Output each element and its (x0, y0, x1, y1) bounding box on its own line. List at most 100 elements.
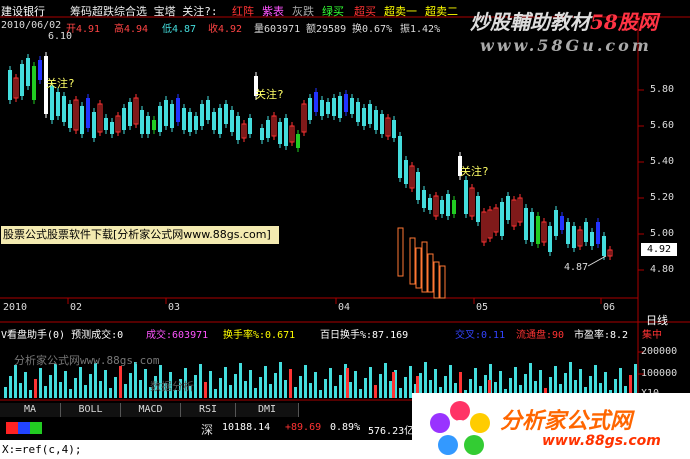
candle-body (158, 106, 162, 132)
volume-bar (9, 376, 12, 398)
volume-bar (309, 383, 312, 398)
candle-body (92, 112, 96, 138)
date-axis-month-02: 02 (70, 302, 83, 313)
candle-body (194, 116, 198, 130)
price-axis-label: 4.80 (650, 264, 675, 275)
candle-body (68, 104, 72, 128)
current-price-tag: 4.92 (641, 243, 677, 256)
candle-body (332, 98, 336, 116)
candle-body (266, 120, 270, 138)
tab-boll[interactable]: BOLL (61, 403, 121, 417)
volume-bar (224, 367, 227, 398)
stock-name: 建设银行 (1, 5, 45, 18)
volume-bar (384, 363, 387, 398)
candle-body (104, 118, 108, 130)
volume-bar (359, 389, 362, 398)
candle-body (140, 110, 144, 134)
index-value: 10188.14 (222, 422, 271, 433)
watermark-url: www.58Gu.com (480, 36, 652, 55)
volume-bar (119, 366, 122, 398)
candle-body (572, 226, 576, 248)
volume-bar (289, 369, 292, 398)
volume-bar (4, 387, 7, 398)
tab-ma[interactable]: MA (0, 403, 61, 417)
candle-body (500, 202, 504, 236)
ohlc-amplitude: 振1.42% (400, 24, 441, 35)
volume-bar (109, 388, 112, 398)
ohlc-low: 低4.87 (162, 24, 197, 35)
candle-body (122, 108, 126, 130)
candle-body (146, 116, 150, 134)
logo-name: 分析家公式网 (500, 409, 633, 434)
candle-body (440, 200, 444, 214)
volume-bar (329, 368, 332, 398)
volume-bar (284, 380, 287, 398)
volume-bar (299, 376, 302, 398)
candle-body (284, 118, 288, 146)
stock-chart-window: 建设银行 筹码超跌综合选 宝塔 关注?: 红阵 紫表 灰跌 绿买 超买 超卖一 … (0, 0, 690, 459)
legend-magenta: 紫表 (262, 5, 284, 18)
candle-body (260, 128, 264, 140)
volume-bar (279, 362, 282, 398)
orange-signal-bar (427, 253, 434, 293)
volume-bar (74, 378, 77, 398)
candle-body (506, 196, 510, 220)
annotation-2: 关注? (255, 88, 284, 101)
volume-bar (244, 381, 247, 398)
volume-bar (104, 370, 107, 398)
legend-green: 绿买 (322, 5, 344, 18)
volume-bar (339, 375, 342, 398)
candle-body (476, 196, 480, 222)
low-mark: 4.87 (564, 262, 589, 273)
volume-bar (89, 374, 92, 398)
legend-yellow2: 超卖二 (425, 5, 458, 18)
watermark-site-text: 58股网 (590, 10, 658, 34)
volume-bar (29, 390, 32, 398)
ohlc-volume: 量603971 (254, 24, 301, 35)
orange-signal-bar (421, 241, 428, 293)
volume-bar (392, 372, 395, 398)
volume-axis-top: 200000 (641, 346, 678, 357)
ohlc-amount: 额29589 (306, 24, 347, 35)
date-axis-month-03: 03 (168, 302, 181, 313)
volume-bar (254, 388, 257, 398)
candle-body (26, 58, 30, 86)
volume-bar (139, 380, 142, 398)
candle-body (368, 104, 372, 124)
price-axis-label: 5.40 (650, 156, 675, 167)
sub-watermark: 分析家公式网www.88gs.com (14, 354, 160, 367)
candle-body (128, 102, 132, 126)
tab-rsi[interactable]: RSI (181, 403, 236, 417)
ohlc-date: 2010/06/02 (1, 20, 62, 31)
volume-bar (389, 381, 392, 398)
candle-body (170, 104, 174, 128)
orange-signal-bar (409, 237, 416, 285)
indicator-title: 筹码超跌综合选 宝塔 关注?: (70, 5, 218, 18)
date-axis-month-04: 04 (338, 302, 351, 313)
volume-bar (354, 371, 357, 398)
formula-input[interactable]: X:=ref(c,4); (0, 440, 412, 459)
legend-red: 红阵 (232, 5, 254, 18)
sub-vol-label: 成交:603971 (146, 330, 209, 341)
candle-body (20, 64, 24, 96)
candle-body (8, 70, 12, 100)
watermark-title-text: 炒股輔助教材 (470, 10, 590, 34)
volume-bar (199, 364, 202, 398)
price-axis-label: 5.60 (650, 120, 675, 131)
volume-bar (239, 363, 242, 398)
ohlc-high: 高4.94 (114, 24, 149, 35)
candle-body (236, 116, 240, 140)
tab-macd[interactable]: MACD (121, 403, 181, 417)
tab-dmi[interactable]: DMI (236, 403, 299, 417)
candle-body (320, 100, 324, 116)
candle-body (554, 210, 558, 236)
candle-body (230, 110, 234, 132)
candle-body (398, 136, 402, 178)
sub-cross-label: 交叉:0.11 (455, 330, 506, 341)
ad-banner[interactable]: 股票公式股票软件下载[分析家公式网www.88gs.com] (1, 226, 279, 244)
volume-bar (194, 375, 197, 398)
volume-bar (34, 379, 37, 398)
candle-body (560, 216, 564, 230)
candle-body (548, 226, 552, 252)
candle-body (164, 100, 168, 126)
